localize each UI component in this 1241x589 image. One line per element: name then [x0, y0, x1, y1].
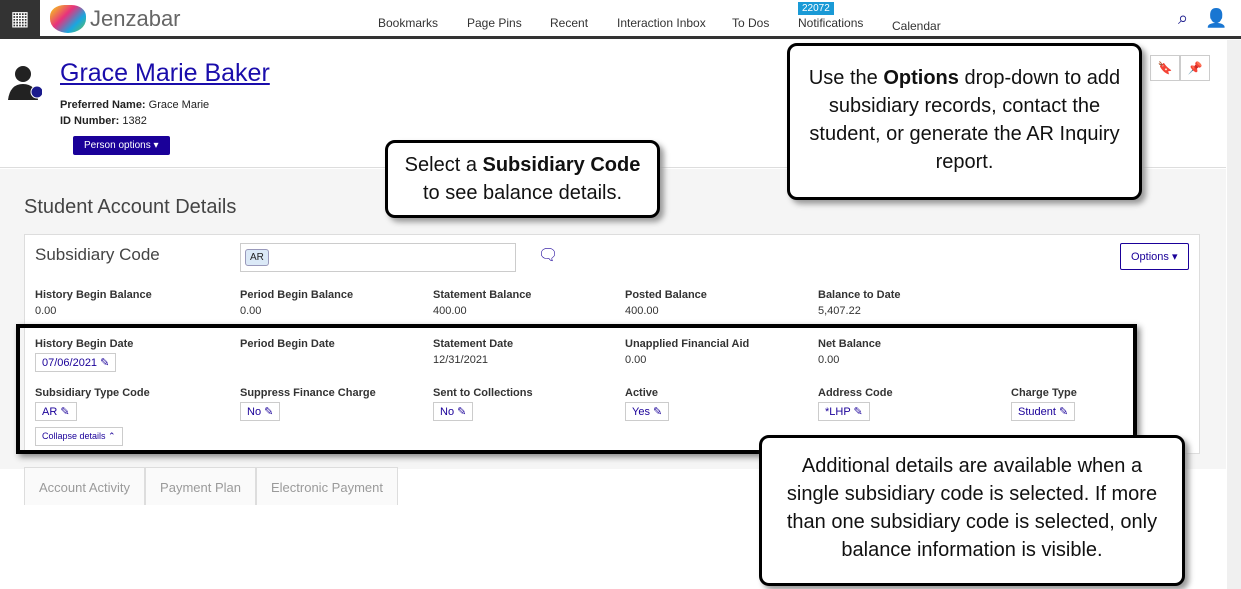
subsidiary-code-select[interactable]: AR: [240, 243, 516, 272]
bookmark-icon[interactable]: 🔖: [1150, 55, 1180, 81]
nav-notifications[interactable]: Notifications: [798, 16, 863, 30]
search-icon[interactable]: ⌕: [1178, 8, 1188, 29]
field-label: Statement Balance: [433, 289, 532, 301]
id-number: ID Number: 1382: [60, 115, 147, 127]
pin-icon[interactable]: 📌: [1180, 55, 1210, 81]
callout-options: Use the Options drop-down to add subsidi…: [787, 43, 1142, 200]
field-label: Posted Balance: [625, 289, 707, 301]
person-options-button[interactable]: Person options ▾: [73, 136, 170, 155]
jenzabar-logo[interactable]: Jenzabar: [50, 5, 181, 33]
tabs: Account Activity Payment Plan Electronic P…: [24, 467, 398, 505]
field-period-begin-balance: Period Begin Balance 0.00: [240, 289, 353, 317]
person-name-link[interactable]: Grace Marie Baker: [60, 59, 270, 88]
scrollbar[interactable]: [1227, 40, 1241, 589]
tab-account-activity[interactable]: Account Activity: [24, 467, 146, 505]
page-title: Student Account Details: [24, 196, 237, 218]
notifications-badge: 22072: [798, 2, 834, 15]
tab-payment-plan[interactable]: Payment Plan: [145, 467, 256, 505]
field-history-begin-balance: History Begin Balance 0.00: [35, 289, 152, 317]
field-value: 400.00: [625, 305, 659, 317]
field-label: Balance to Date: [818, 289, 901, 301]
app-grid-icon[interactable]: ▦: [0, 0, 40, 38]
callout-subsidiary-code: Select a Subsidiary Code to see balance …: [385, 140, 660, 218]
top-bar: ▦ Jenzabar Bookmarks Page Pins Recent In…: [0, 0, 1241, 39]
subsidiary-code-label: Subsidiary Code: [35, 245, 160, 264]
comment-icon[interactable]: 🗨: [538, 245, 558, 265]
field-value: 400.00: [433, 305, 467, 317]
nav-recent[interactable]: Recent: [550, 16, 588, 30]
nav-calendar[interactable]: Calendar: [892, 19, 941, 33]
field-statement-balance: Statement Balance 400.00: [433, 289, 531, 317]
field-value: 0.00: [240, 305, 262, 317]
field-value: 0.00: [35, 305, 57, 317]
subsidiary-chip[interactable]: AR: [245, 249, 269, 266]
person-avatar-icon: [8, 66, 42, 100]
preferred-name: Preferred Name: Grace Marie: [60, 99, 210, 111]
nav-bookmarks[interactable]: Bookmarks: [378, 16, 438, 30]
field-posted-balance: Posted Balance 400.00: [625, 289, 707, 317]
field-value: 5,407.22: [818, 305, 861, 317]
nav-to-dos[interactable]: To Dos: [732, 16, 769, 30]
field-label: Period Begin Balance: [240, 289, 354, 301]
nav-page-pins[interactable]: Page Pins: [467, 16, 522, 30]
field-label: History Begin Balance: [35, 289, 152, 301]
options-button[interactable]: Options ▾: [1120, 243, 1189, 270]
callout-details: Additional details are available when a …: [759, 435, 1185, 586]
field-balance-to-date: Balance to Date 5,407.22: [818, 289, 901, 317]
user-icon[interactable]: 👤: [1205, 8, 1227, 29]
tab-electronic-payment[interactable]: Electronic Payment: [255, 467, 398, 505]
nav-interaction-inbox[interactable]: Interaction Inbox: [617, 16, 706, 30]
